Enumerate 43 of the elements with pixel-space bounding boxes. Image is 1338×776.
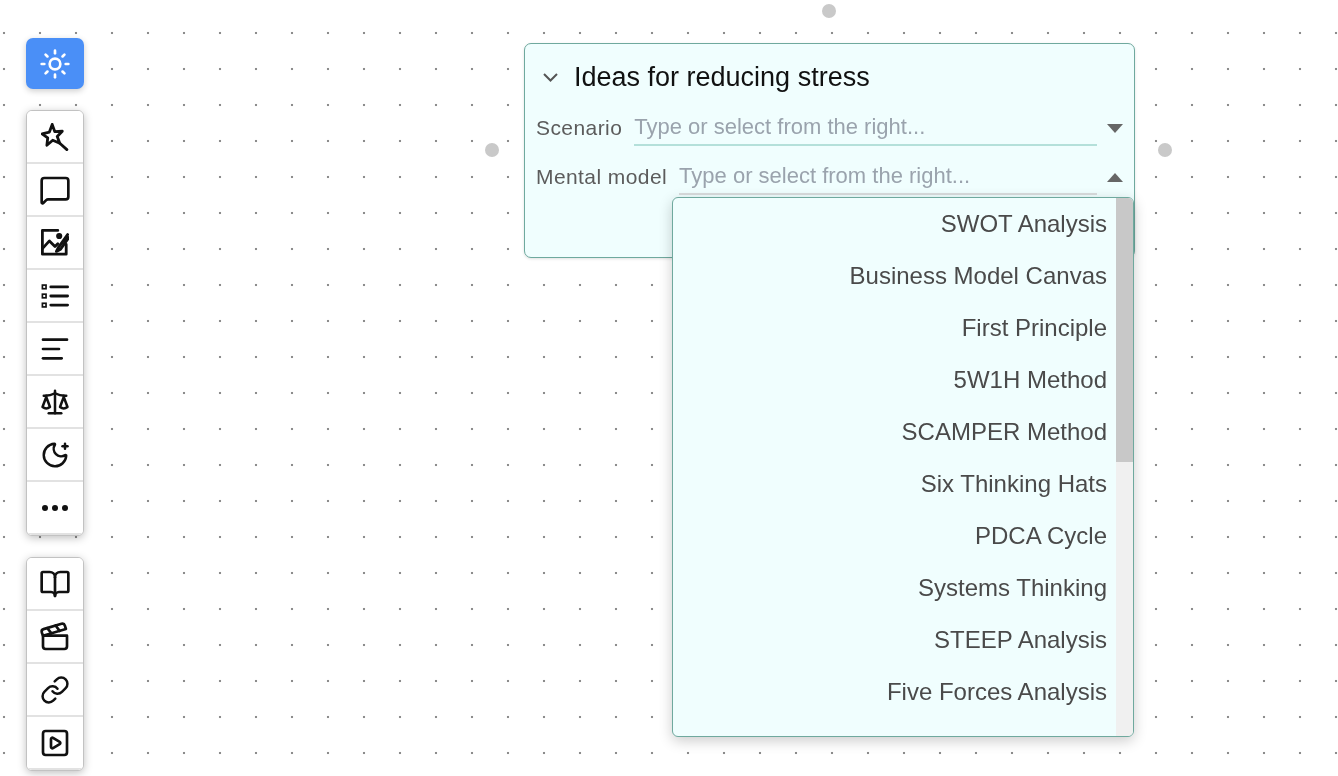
more-icon [42, 504, 68, 511]
tool-button[interactable] [27, 376, 83, 429]
star-wand-icon [41, 122, 69, 151]
field-label: Mental model [536, 164, 668, 191]
dropdown-option[interactable]: Six Thinking Hats [673, 458, 1116, 510]
checklist-icon [41, 281, 69, 310]
tool-button[interactable] [27, 664, 83, 717]
input-field[interactable]: Type or select from the right... [634, 110, 1097, 146]
tool-button[interactable] [27, 111, 83, 164]
dropdown-option[interactable]: STEEP Analysis [673, 614, 1116, 666]
dropdown-option[interactable]: Systems Thinking [673, 562, 1116, 614]
caret-down-icon[interactable] [1107, 123, 1123, 133]
link-icon [40, 674, 70, 705]
field-label: Scenario [536, 115, 623, 142]
dropdown-option[interactable]: PDCA Cycle [673, 510, 1116, 562]
dropdown-option[interactable]: First Principle [673, 302, 1116, 354]
dropdown-option[interactable]: SWOT Analysis [673, 198, 1116, 250]
dropdown-option[interactable]: Five Forces Analysis [673, 666, 1116, 718]
chevron-down-icon [542, 72, 558, 82]
tool-button[interactable] [27, 217, 83, 270]
theme-button[interactable] [26, 38, 84, 89]
input-field[interactable]: Type or select from the right... [679, 159, 1097, 195]
tool-button[interactable] [27, 429, 83, 482]
tool-button[interactable] [27, 611, 83, 664]
connection-handle-icon[interactable] [822, 4, 836, 18]
connection-handle-icon[interactable] [1158, 143, 1172, 157]
tool-button[interactable] [27, 270, 83, 323]
tool-button[interactable] [27, 323, 83, 376]
scrollbar[interactable] [1116, 198, 1133, 736]
scrollbar-thumb[interactable] [1116, 198, 1133, 462]
sun-icon [39, 47, 71, 80]
dropdown-option[interactable]: 5W1H Method [673, 354, 1116, 406]
tool-button[interactable] [27, 558, 83, 611]
tool-button[interactable] [27, 482, 83, 535]
tool-button[interactable] [27, 164, 83, 217]
card-title: Ideas for reducing stress [574, 63, 870, 91]
connection-handle-icon[interactable] [485, 143, 499, 157]
tool-button[interactable] [27, 717, 83, 770]
image-edit-icon [41, 228, 69, 257]
clapperboard-icon [39, 620, 71, 653]
dropdown-option[interactable]: SCAMPER Method [673, 406, 1116, 458]
caret-up-icon[interactable] [1107, 172, 1123, 182]
dropdown-option[interactable]: Business Model Canvas [673, 250, 1116, 302]
